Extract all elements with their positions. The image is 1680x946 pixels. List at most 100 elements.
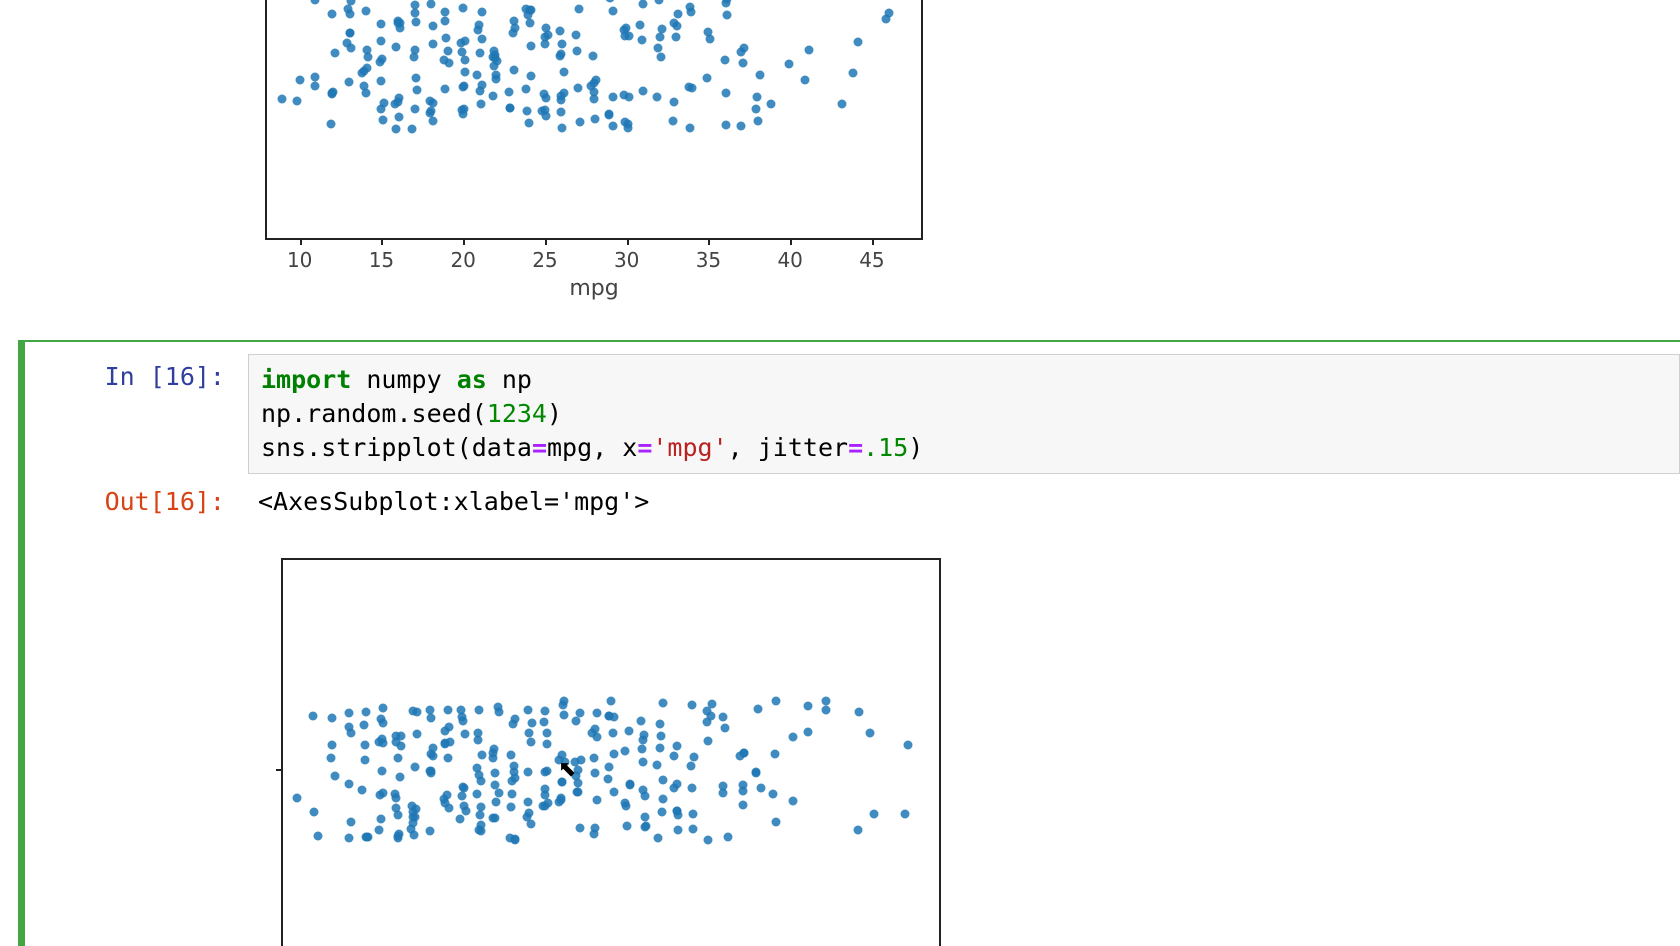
data-point <box>558 39 567 48</box>
data-point <box>407 124 416 133</box>
data-point <box>310 0 319 5</box>
data-point <box>854 38 863 47</box>
data-point <box>573 83 582 92</box>
data-point <box>658 698 667 707</box>
data-point <box>474 771 483 780</box>
data-point <box>673 826 682 835</box>
data-point <box>360 756 369 765</box>
data-point <box>753 117 762 126</box>
input-prompt: In [16]: <box>25 362 235 391</box>
data-point <box>295 76 304 85</box>
data-point <box>347 0 356 5</box>
data-point <box>425 767 434 776</box>
data-point <box>309 712 318 721</box>
data-point <box>870 810 879 819</box>
x-tick-label: 40 <box>777 248 802 272</box>
data-point <box>376 19 385 28</box>
data-point <box>477 99 486 108</box>
data-point <box>292 794 301 803</box>
data-point <box>358 785 367 794</box>
data-point <box>494 788 503 797</box>
data-point <box>476 810 485 819</box>
data-point <box>443 46 452 55</box>
data-point <box>511 23 520 32</box>
data-point <box>443 706 452 715</box>
data-point <box>444 804 453 813</box>
data-point <box>328 740 337 749</box>
data-point <box>525 118 534 127</box>
data-point <box>559 701 568 710</box>
data-point <box>624 92 633 101</box>
x-tick-label: 45 <box>859 248 884 272</box>
data-point <box>849 69 858 78</box>
data-point <box>458 716 467 725</box>
data-point <box>494 707 503 716</box>
data-point <box>456 814 465 823</box>
data-point <box>757 783 766 792</box>
data-point <box>639 87 648 96</box>
data-point <box>687 700 696 709</box>
data-point <box>475 705 484 714</box>
data-point <box>866 728 875 737</box>
data-point <box>637 745 646 754</box>
data-point <box>362 6 371 15</box>
data-point <box>556 108 565 117</box>
data-point <box>426 714 435 723</box>
data-point <box>412 730 421 739</box>
notebook-cell[interactable]: In [16]: import numpy as np np.random.se… <box>18 340 1680 946</box>
data-point <box>674 9 683 18</box>
data-point <box>687 784 696 793</box>
data-point <box>719 713 728 722</box>
data-point <box>640 791 649 800</box>
data-point <box>523 768 532 777</box>
data-point <box>475 48 484 57</box>
data-point <box>391 803 400 812</box>
data-point <box>326 754 335 763</box>
data-point <box>560 711 569 720</box>
x-tick-label: 25 <box>532 248 557 272</box>
data-point <box>394 829 403 838</box>
data-point <box>688 824 697 833</box>
cell-top-border <box>25 340 1680 342</box>
data-point <box>391 124 400 133</box>
data-point <box>411 762 420 771</box>
data-point <box>362 708 371 717</box>
data-point <box>379 116 388 125</box>
data-point <box>426 705 435 714</box>
data-point <box>442 791 451 800</box>
data-point <box>507 751 516 760</box>
data-point <box>393 19 402 28</box>
data-point <box>461 730 470 739</box>
data-point <box>311 82 320 91</box>
data-point <box>506 104 515 113</box>
data-point <box>722 10 731 19</box>
data-point <box>526 42 535 51</box>
data-point <box>604 775 613 784</box>
data-point <box>347 817 356 826</box>
data-point <box>458 82 467 91</box>
data-point <box>539 718 548 727</box>
data-point <box>345 29 354 38</box>
data-point <box>440 84 449 93</box>
data-point <box>653 93 662 102</box>
data-point <box>720 56 729 65</box>
x-tick <box>463 238 465 245</box>
data-point <box>654 44 663 53</box>
code-input[interactable]: import numpy as np np.random.seed(1234) … <box>248 354 1680 474</box>
data-point <box>704 27 713 36</box>
data-point <box>440 55 449 64</box>
data-point <box>608 7 617 16</box>
data-point <box>429 40 438 49</box>
data-point <box>589 51 598 60</box>
data-point <box>721 723 730 732</box>
data-point <box>527 737 536 746</box>
data-point <box>653 761 662 770</box>
data-point <box>604 763 613 772</box>
data-point <box>326 119 335 128</box>
x-tick-label: 20 <box>450 248 475 272</box>
data-point <box>407 824 416 833</box>
data-point <box>653 833 662 842</box>
data-point <box>685 3 694 12</box>
data-point <box>490 780 499 789</box>
data-point <box>328 9 337 18</box>
